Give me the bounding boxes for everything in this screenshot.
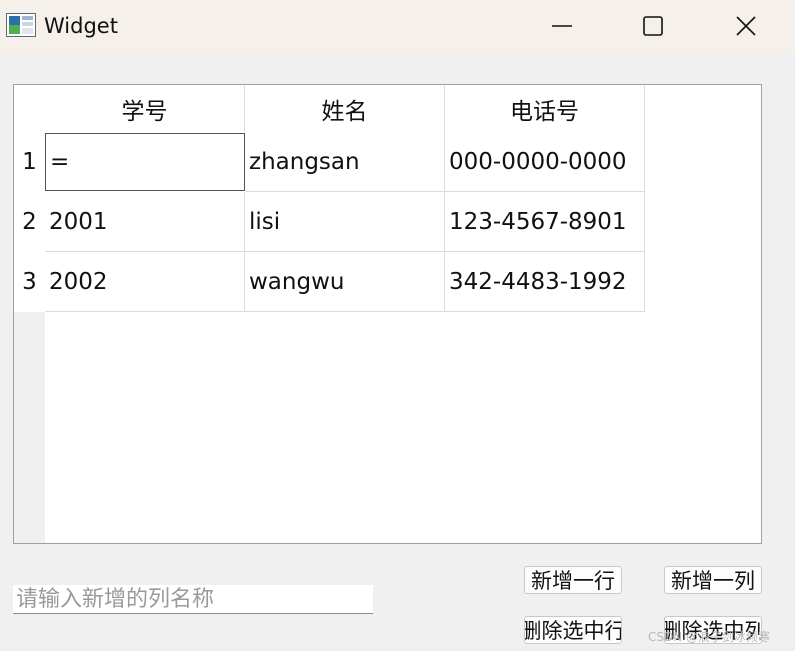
table-cell[interactable]: 000-0000-0000 (445, 132, 645, 192)
minimize-icon (552, 25, 572, 27)
watermark: CSDN @浪子剑冰倾寒 (648, 630, 771, 644)
add-row-button[interactable]: 新增一行 (524, 566, 622, 594)
data-table[interactable]: 学号 姓名 电话号 1 = zhangsan 000-0000-0000 2 2… (13, 84, 762, 544)
minimize-button[interactable] (542, 8, 582, 44)
close-icon (736, 16, 756, 36)
table-cell[interactable]: 2001 (45, 192, 245, 252)
table-cell[interactable]: lisi (245, 192, 445, 252)
app-window-icon (6, 13, 36, 37)
maximize-button[interactable] (633, 8, 673, 44)
table-cell[interactable]: 123-4567-8901 (445, 192, 645, 252)
column-name-input[interactable] (13, 585, 373, 614)
row-header[interactable]: 3 (14, 252, 45, 312)
close-button[interactable] (726, 8, 766, 44)
table-cell[interactable]: 342-4483-1992 (445, 252, 645, 312)
table-cell-editing[interactable]: = (45, 133, 245, 191)
column-header-name[interactable]: 姓名 (245, 85, 445, 132)
table-cell[interactable]: 2002 (45, 252, 245, 312)
add-column-button[interactable]: 新增一列 (664, 566, 762, 594)
column-header-student-id[interactable]: 学号 (45, 85, 245, 132)
delete-row-label: 删除选中行 (524, 619, 622, 643)
table-cell[interactable]: zhangsan (245, 132, 445, 192)
row-header[interactable]: 2 (14, 192, 45, 252)
title-bar: Widget (0, 0, 795, 53)
add-column-label: 新增一列 (671, 569, 755, 593)
window-title: Widget (44, 14, 118, 38)
add-row-label: 新增一行 (531, 569, 615, 593)
maximize-icon (643, 16, 663, 36)
column-header-phone[interactable]: 电话号 (445, 85, 645, 132)
delete-selected-row-button[interactable]: 删除选中行 (524, 616, 622, 644)
row-header[interactable]: 1 (14, 132, 45, 192)
table-cell[interactable]: wangwu (245, 252, 445, 312)
table-corner[interactable] (14, 85, 45, 132)
